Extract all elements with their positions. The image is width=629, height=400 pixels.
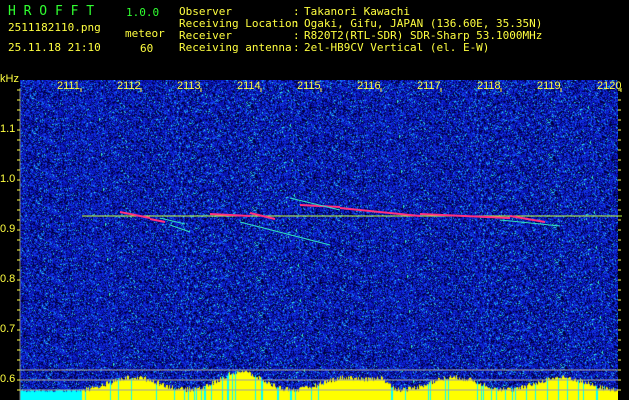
spectrogram-overlay	[17, 88, 622, 400]
x-tick-label: 2113	[177, 80, 201, 92]
meteor-trace	[289, 197, 341, 211]
meteor-trace	[169, 224, 191, 233]
y-unit: kHz	[0, 73, 19, 85]
meteor-trace	[339, 207, 421, 217]
y-tick-label: 0.8	[0, 273, 16, 285]
meteor-trace	[239, 221, 331, 246]
y-tick-label: 1.1	[0, 123, 16, 135]
y-tick-label: 0.9	[0, 223, 16, 235]
meteor-trace	[149, 218, 166, 223]
x-tick-label: 2119	[537, 80, 561, 92]
meteor-trace	[499, 219, 561, 227]
x-tick-label: 2116	[357, 80, 381, 92]
x-tick-label: 2117	[417, 80, 441, 92]
x-tick-label: 2112	[117, 80, 141, 92]
x-tick-label: 2114	[237, 80, 261, 92]
meteor-trace	[119, 211, 151, 219]
x-tick-label: 2120	[597, 80, 622, 92]
y-tick-label: 1.0	[0, 173, 16, 185]
y-tick-label: 0.6	[0, 373, 16, 385]
x-tick-label: 2111	[57, 80, 80, 92]
y-tick-label: 0.7	[0, 323, 16, 335]
x-tick-label: 2118	[477, 80, 501, 92]
x-tick-label: 2115	[297, 80, 321, 92]
